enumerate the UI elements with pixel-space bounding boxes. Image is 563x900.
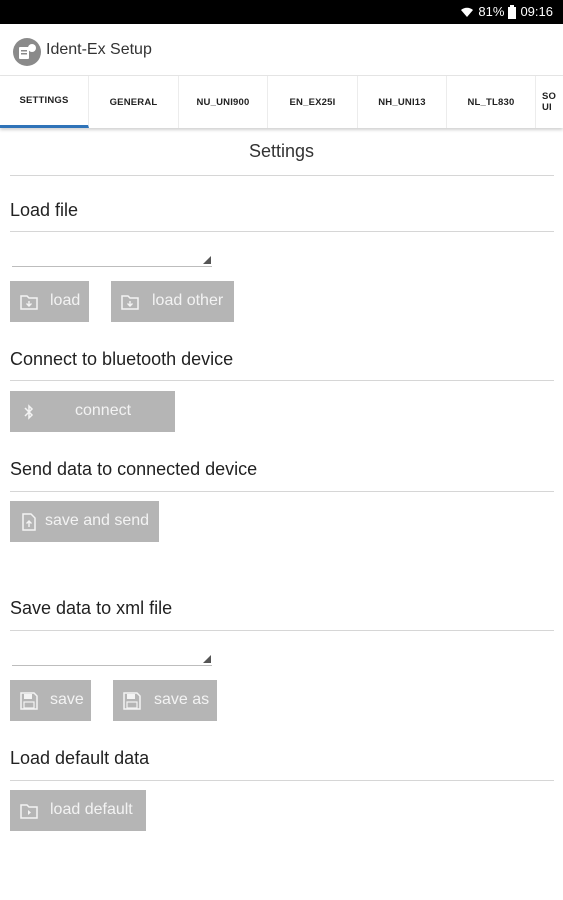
tab-bar: SETTINGS GENERAL NU_UNI900 EN_EX25I NH_U… <box>0 76 563 128</box>
status-bar: 81% 09:16 <box>0 0 563 24</box>
folder-icon <box>20 293 38 311</box>
save-as-button[interactable]: save as <box>113 680 217 721</box>
folder-icon <box>20 802 38 820</box>
dropdown-arrow-icon <box>203 655 211 663</box>
save-icon <box>20 692 38 710</box>
dropdown-arrow-icon <box>203 256 211 264</box>
connect-button[interactable]: connect <box>10 391 175 432</box>
app-bar: Ident-Ex Setup <box>0 24 563 76</box>
button-label: save <box>50 691 84 708</box>
load-file-heading: Load file <box>10 200 79 220</box>
wifi-icon <box>460 5 474 18</box>
load-other-button[interactable]: load other <box>111 281 234 322</box>
file-upload-icon <box>20 513 38 531</box>
divider <box>10 231 554 232</box>
tab-en-ex25i[interactable]: EN_EX25I <box>268 76 358 128</box>
tab-label: NH_UNI13 <box>378 96 426 108</box>
divider <box>10 780 554 781</box>
load-button[interactable]: load <box>10 281 89 322</box>
load-default-button[interactable]: load default <box>10 790 146 831</box>
battery-percent: 81% <box>478 4 505 19</box>
button-label: connect <box>75 402 132 419</box>
tab-label: EN_EX25I <box>289 96 336 108</box>
tab-label-line2: UI <box>542 102 552 113</box>
tab-label: GENERAL <box>109 96 158 108</box>
clock: 09:16 <box>520 4 553 19</box>
save-file-spinner[interactable] <box>12 652 212 666</box>
tab-general[interactable]: GENERAL <box>89 76 179 128</box>
tab-label: NL_TL830 <box>467 96 515 108</box>
app-title: Ident-Ex Setup <box>46 41 152 58</box>
button-label: load <box>50 292 81 309</box>
tab-nl-tl830[interactable]: NL_TL830 <box>447 76 536 128</box>
page-title: Settings <box>248 141 315 161</box>
folder-icon <box>121 293 139 311</box>
tab-label: SETTINGS <box>19 95 69 106</box>
send-data-heading: Send data to connected device <box>10 459 258 479</box>
tab-nh-uni13[interactable]: NH_UNI13 <box>358 76 447 128</box>
divider <box>10 380 554 381</box>
bluetooth-heading: Connect to bluetooth device <box>10 349 234 369</box>
save-icon <box>123 692 141 710</box>
button-label: save as <box>154 691 210 708</box>
divider <box>10 491 554 492</box>
save-xml-heading: Save data to xml file <box>10 598 173 618</box>
save-and-send-button[interactable]: save and send <box>10 501 159 542</box>
button-label: load other <box>152 292 224 309</box>
bluetooth-icon <box>20 403 38 421</box>
tab-nu-uni900[interactable]: NU_UNI900 <box>179 76 268 128</box>
status-indicators: 81% 09:16 <box>460 4 553 19</box>
button-label: load default <box>50 801 133 818</box>
save-button[interactable]: save <box>10 680 91 721</box>
divider <box>10 630 554 631</box>
battery-icon <box>508 4 517 19</box>
tab-settings[interactable]: SETTINGS <box>0 76 89 128</box>
load-file-spinner[interactable] <box>12 253 212 267</box>
load-default-heading: Load default data <box>10 748 150 768</box>
divider <box>10 175 554 176</box>
tab-label-line1: SO <box>542 91 557 102</box>
app-logo-icon <box>12 37 42 67</box>
button-label: save and send <box>45 512 150 529</box>
tab-label: NU_UNI900 <box>196 96 250 108</box>
tab-overflow[interactable]: SO UI <box>536 76 563 128</box>
